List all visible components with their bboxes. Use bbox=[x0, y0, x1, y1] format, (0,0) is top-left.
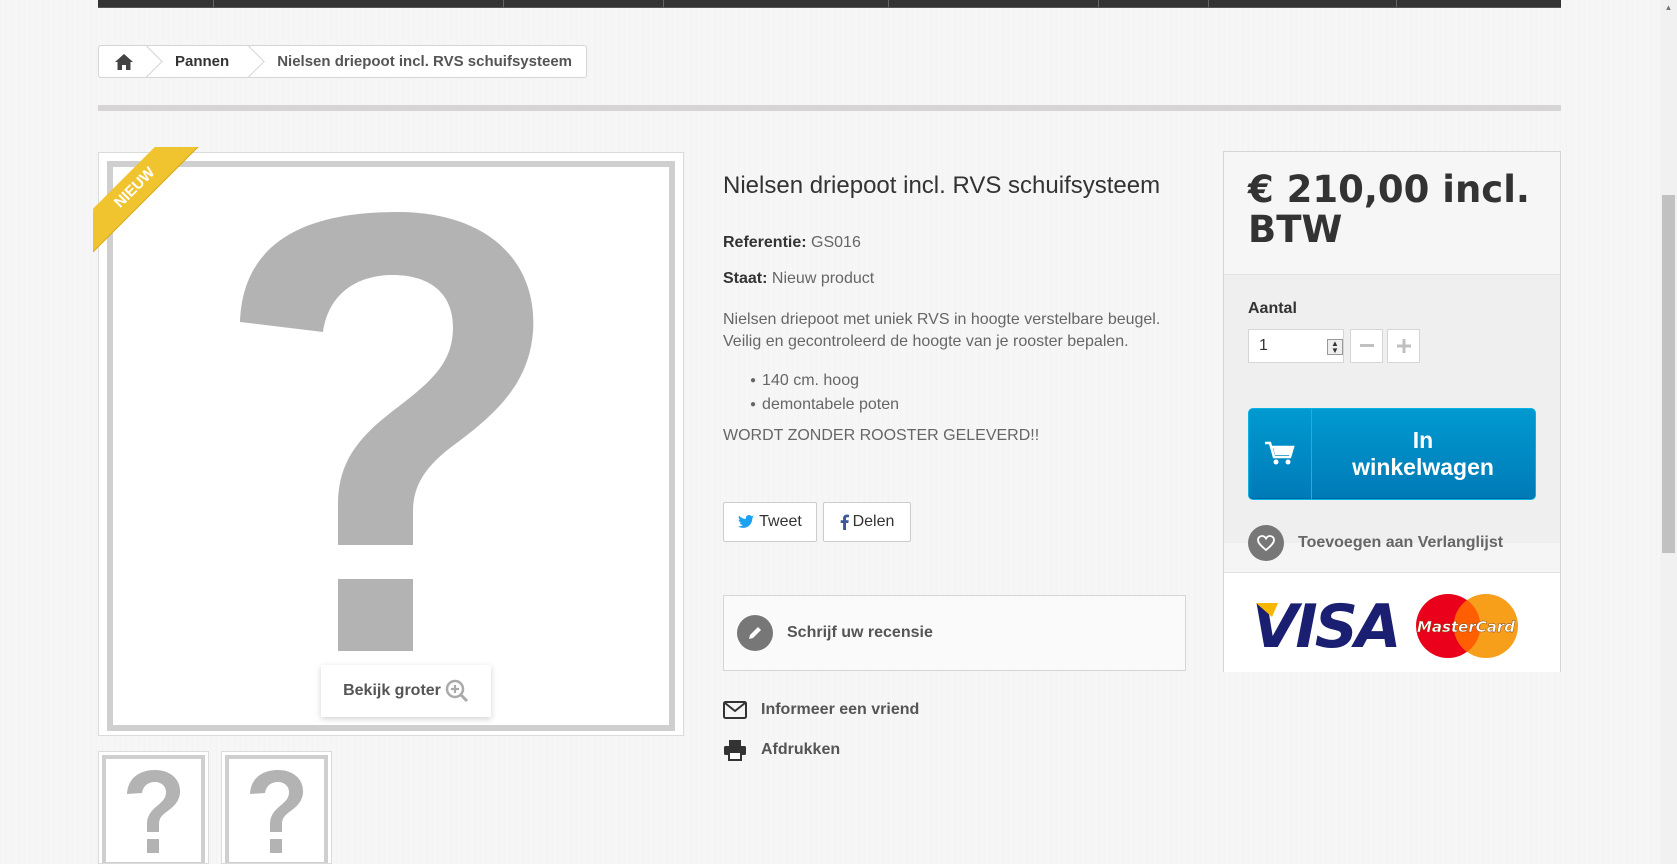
scrollbar-thumb[interactable] bbox=[1662, 195, 1675, 553]
minus-icon bbox=[1359, 344, 1374, 347]
enlarge-button[interactable]: Bekijk groter bbox=[321, 665, 491, 717]
scroll-up-arrow[interactable]: ▲ bbox=[1662, 3, 1675, 13]
product-title: Nielsen driepoot incl. RVS schuifsysteem bbox=[723, 172, 1161, 199]
placeholder-question-icon bbox=[250, 770, 304, 853]
twitter-icon bbox=[738, 515, 755, 528]
envelope-icon bbox=[723, 701, 747, 719]
placeholder-question-icon bbox=[127, 770, 181, 853]
new-badge: NIEUW bbox=[93, 147, 203, 257]
list-item: demontabele poten bbox=[750, 394, 899, 418]
tweet-button[interactable]: Tweet bbox=[723, 502, 817, 542]
buy-box: € 210,00 incl. BTW Aantal ▲▼ In winkelwa… bbox=[1223, 151, 1561, 672]
add-to-cart-button[interactable]: In winkelwagen bbox=[1248, 408, 1536, 500]
write-review-button[interactable]: Schrijf uw recensie bbox=[723, 595, 1186, 671]
quantity-plus-button[interactable] bbox=[1387, 329, 1420, 363]
breadcrumb: Pannen Nielsen driepoot incl. RVS schuif… bbox=[98, 45, 588, 78]
thumbnail-2[interactable] bbox=[221, 751, 332, 864]
top-menu-bar bbox=[98, 0, 1561, 7]
visa-logo: VISA bbox=[1252, 592, 1401, 661]
heart-icon bbox=[1248, 525, 1284, 561]
svg-text:VISA: VISA bbox=[1252, 592, 1398, 661]
add-to-wishlist-button[interactable]: Toevoegen aan Verlanglijst bbox=[1248, 525, 1503, 561]
plus-icon bbox=[1396, 339, 1411, 353]
product-condition: Staat: Nieuw product bbox=[723, 270, 875, 287]
delivery-warning: WORDT ZONDER ROOSTER GELEVERD!! bbox=[723, 427, 1040, 444]
quantity-spinner[interactable]: ▲ ▼ bbox=[1327, 339, 1343, 355]
payment-logos: VISA MasterCard bbox=[1224, 572, 1560, 672]
thumbnail-1[interactable] bbox=[98, 751, 209, 864]
product-price: € 210,00 incl. BTW bbox=[1248, 168, 1530, 251]
zoom-in-icon bbox=[445, 679, 468, 703]
quantity-minus-button[interactable] bbox=[1350, 329, 1383, 363]
quantity-label: Aantal bbox=[1248, 300, 1297, 317]
feature-list: 140 cm. hoog demontabele poten bbox=[750, 370, 899, 418]
facebook-icon bbox=[840, 514, 849, 530]
pencil-icon bbox=[737, 615, 773, 651]
breadcrumb-current: Nielsen driepoot incl. RVS schuifsysteem bbox=[277, 53, 573, 70]
tell-friend-link[interactable]: Informeer een vriend bbox=[723, 701, 919, 719]
breadcrumb-home[interactable] bbox=[99, 46, 149, 77]
breadcrumb-category[interactable]: Pannen bbox=[149, 46, 251, 77]
list-item: 140 cm. hoog bbox=[750, 370, 899, 394]
printer-icon bbox=[724, 740, 746, 761]
divider bbox=[98, 105, 1561, 111]
print-link[interactable]: Afdrukken bbox=[723, 739, 840, 761]
product-description: Nielsen driepoot met uniek RVS in hoogte… bbox=[723, 311, 1161, 350]
product-reference: Referentie: GS016 bbox=[723, 234, 861, 251]
mastercard-logo: MasterCard bbox=[1416, 594, 1518, 658]
share-button[interactable]: Delen bbox=[823, 502, 911, 542]
home-icon bbox=[115, 53, 133, 70]
svg-text:MasterCard: MasterCard bbox=[1417, 618, 1515, 636]
product-image-block: NIEUW Bekijk groter bbox=[93, 147, 684, 736]
cart-icon bbox=[1265, 441, 1295, 465]
